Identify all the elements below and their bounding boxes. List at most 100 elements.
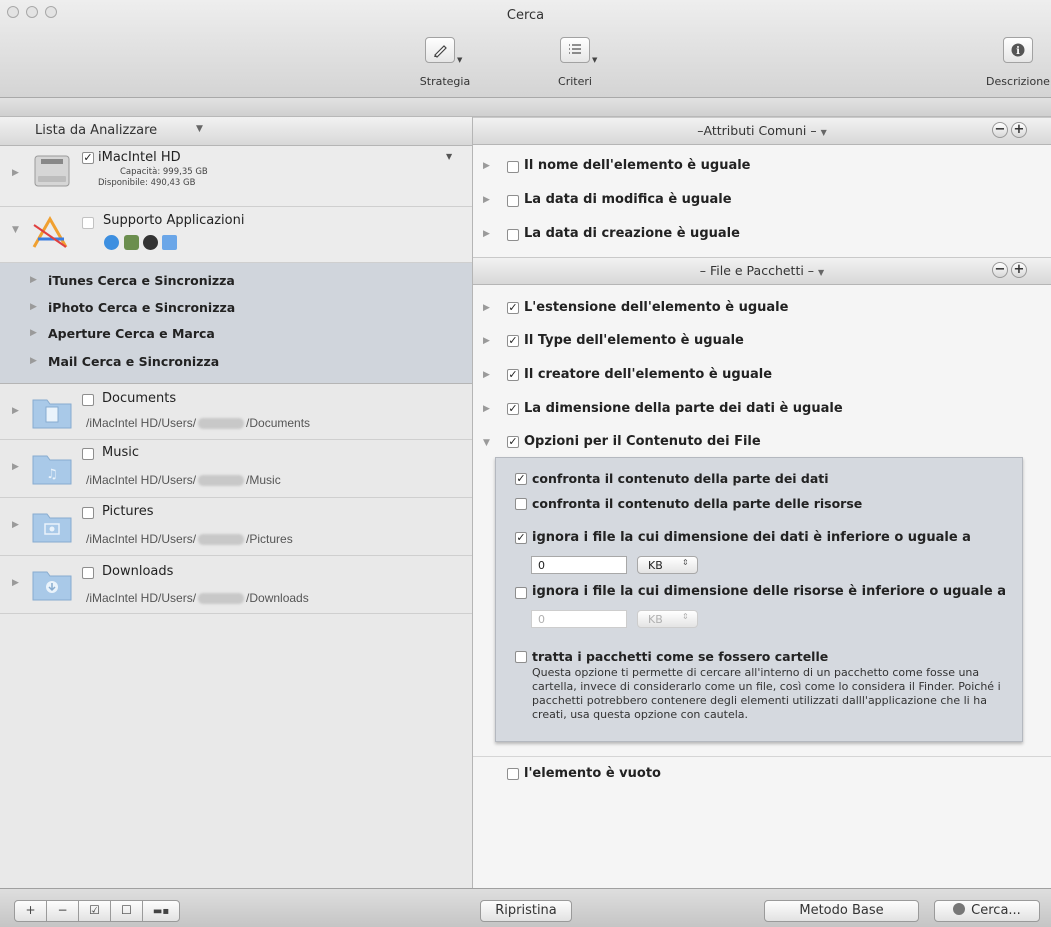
criterion-checkbox[interactable]: ✓ <box>507 335 519 347</box>
group-title: –Attributi Comuni – ▼ <box>697 123 827 138</box>
disclosure-triangle-icon[interactable]: ▶ <box>12 168 19 178</box>
files-packages-header[interactable]: – File e Pacchetti – ▼ − + <box>473 257 1051 285</box>
app-support-row[interactable]: ▼ Supporto Applicazioni <box>0 207 472 263</box>
remove-group-button[interactable]: − <box>992 262 1008 278</box>
criterion-row[interactable]: ▶ ✓ La dimensione della parte dei dati è… <box>473 396 1051 424</box>
folder-path: /iMacIntel HD/Users//Music <box>86 473 281 487</box>
ignore-data-unit-select[interactable]: KB ⇕ <box>637 556 698 574</box>
folder-checkbox[interactable] <box>82 448 94 460</box>
disclosure-triangle-icon[interactable]: ▶ <box>483 303 490 313</box>
disclosure-triangle-icon[interactable]: ▶ <box>12 520 19 530</box>
documents-folder-icon <box>32 399 72 429</box>
app-item-aperture[interactable]: ▶ Aperture Cerca e Marca <box>0 322 472 346</box>
volume-checkbox[interactable]: ✓ <box>82 152 94 164</box>
search-button[interactable]: Cerca... <box>934 900 1040 922</box>
disclosure-triangle-icon[interactable]: ▶ <box>483 404 490 414</box>
disclosure-triangle-icon[interactable]: ▶ <box>30 328 37 338</box>
ignore-resources-unit-select[interactable]: KB ⇕ <box>637 610 698 628</box>
criterion-row[interactable]: ▶ Il nome dell'elemento è uguale <box>473 153 1051 181</box>
ignore-resources-checkbox[interactable] <box>515 587 527 599</box>
folder-row-downloads[interactable]: ▶ Downloads /iMacIntel HD/Users//Downloa… <box>0 556 472 614</box>
folder-options-button[interactable]: ▬▪ <box>142 900 180 922</box>
compare-data-label: confronta il contenuto della parte dei d… <box>532 471 829 486</box>
disclosure-triangle-icon[interactable]: ▶ <box>30 302 37 312</box>
disclosure-triangle-icon[interactable]: ▶ <box>483 195 490 205</box>
empty-item-checkbox[interactable] <box>507 768 519 780</box>
folder-checkbox[interactable] <box>82 567 94 579</box>
ignore-data-label: ignora i file la cui dimensione dei dati… <box>532 530 971 545</box>
scan-list-pane: Lista da Analizzare ▼ ▶ ✓ iMacIntel HD C… <box>0 117 473 888</box>
app-item-mail[interactable]: ▶ Mail Cerca e Sincronizza <box>0 350 472 374</box>
disclosure-triangle-icon[interactable]: ▶ <box>483 336 490 346</box>
app-item-iphoto[interactable]: ▶ iPhoto Cerca e Sincronizza <box>0 296 472 320</box>
disclosure-triangle-icon[interactable]: ▶ <box>483 229 490 239</box>
folder-row-pictures[interactable]: ▶ Pictures /iMacIntel HD/Users//Pictures <box>0 498 472 556</box>
ignore-data-checkbox[interactable]: ✓ <box>515 532 527 544</box>
criterion-row[interactable]: ▶ ✓ Il creatore dell'elemento è uguale <box>473 362 1051 390</box>
chevron-down-icon[interactable]: ▼ <box>818 268 824 277</box>
criterion-checkbox[interactable] <box>507 229 519 241</box>
criterion-row[interactable]: ▶ La data di creazione è uguale <box>473 221 1051 249</box>
svg-text:♫: ♫ <box>46 467 58 482</box>
criterion-checkbox[interactable]: ✓ <box>507 302 519 314</box>
common-attributes-header[interactable]: –Attributi Comuni – ▼ − + <box>473 117 1051 145</box>
check-all-button[interactable]: ☑ <box>78 900 111 922</box>
folder-checkbox[interactable] <box>82 394 94 406</box>
packages-as-folders-checkbox[interactable] <box>515 651 527 663</box>
criterion-checkbox[interactable]: ✓ <box>507 403 519 415</box>
disclosure-triangle-icon[interactable]: ▶ <box>30 356 37 366</box>
criterion-checkbox[interactable] <box>507 195 519 207</box>
criterion-checkbox[interactable]: ✓ <box>507 436 519 448</box>
reset-button[interactable]: Ripristina <box>480 900 572 922</box>
empty-item-row[interactable]: l'elemento è vuoto <box>473 761 1051 789</box>
chevron-down-icon[interactable]: ▼ <box>196 124 203 134</box>
scan-list-title: Lista da Analizzare <box>35 123 158 138</box>
disclosure-triangle-icon[interactable]: ▶ <box>12 406 19 416</box>
disclosure-triangle-icon[interactable]: ▶ <box>483 370 490 380</box>
disclosure-triangle-icon[interactable]: ▶ <box>12 578 19 588</box>
compare-data-checkbox[interactable]: ✓ <box>515 473 527 485</box>
remove-item-button[interactable]: − <box>46 900 79 922</box>
folder-path: /iMacIntel HD/Users//Pictures <box>86 532 293 546</box>
scan-list-header[interactable]: Lista da Analizzare ▼ <box>0 117 472 146</box>
criterion-label: Il creatore dell'elemento è uguale <box>524 367 773 382</box>
disclosure-triangle-icon[interactable]: ▶ <box>483 161 490 171</box>
folder-row-music[interactable]: ▶ ♫ Music /iMacIntel HD/Users//Music <box>0 440 472 498</box>
ignore-data-size-input[interactable]: 0 <box>531 556 627 574</box>
folder-checkbox[interactable] <box>82 507 94 519</box>
disclosure-triangle-expanded-icon[interactable]: ▼ <box>483 438 490 448</box>
criterion-checkbox[interactable]: ✓ <box>507 369 519 381</box>
stepper-arrows-icon: ⇕ <box>682 558 689 567</box>
volume-menu-icon[interactable]: ▼ <box>446 152 452 161</box>
app-item-itunes[interactable]: ▶ iTunes Cerca e Sincronizza <box>0 269 472 293</box>
divider <box>473 756 1051 757</box>
criterion-row[interactable]: ▶ La data di modifica è uguale <box>473 187 1051 215</box>
basic-method-button[interactable]: Metodo Base <box>764 900 919 922</box>
criterion-row-expanded[interactable]: ▼ ✓ Opzioni per il Contenuto dei File <box>473 429 1051 457</box>
disclosure-triangle-icon[interactable]: ▶ <box>12 462 19 472</box>
stepper-arrows-icon: ⇕ <box>682 612 689 621</box>
criterion-label: La dimensione della parte dei dati è ugu… <box>524 401 843 416</box>
criterion-row[interactable]: ▶ ✓ Il Type dell'elemento è uguale <box>473 328 1051 356</box>
criterion-checkbox[interactable] <box>507 161 519 173</box>
folder-row-documents[interactable]: ▶ Documents /iMacIntel HD/Users//Documen… <box>0 384 472 440</box>
strategy-button[interactable] <box>425 37 455 63</box>
uncheck-all-button[interactable]: ☐ <box>110 900 143 922</box>
remove-group-button[interactable]: − <box>992 122 1008 138</box>
ignore-resources-size-input[interactable]: 0 <box>531 610 627 628</box>
add-group-button[interactable]: + <box>1011 262 1027 278</box>
volume-row[interactable]: ▶ ✓ iMacIntel HD Capacità: 999,35 GB Dis… <box>0 146 472 207</box>
add-item-button[interactable]: + <box>14 900 47 922</box>
criterion-row[interactable]: ▶ ✓ L'estensione dell'elemento è uguale <box>473 295 1051 323</box>
disclosure-triangle-icon[interactable]: ▶ <box>30 275 37 285</box>
search-icon <box>953 903 966 915</box>
criterion-label: Opzioni per il Contenuto dei File <box>524 434 761 449</box>
add-group-button[interactable]: + <box>1011 122 1027 138</box>
disclosure-triangle-expanded-icon[interactable]: ▼ <box>12 225 19 235</box>
chevron-down-icon[interactable]: ▼ <box>821 128 827 137</box>
criteria-button[interactable] <box>560 37 590 63</box>
app-support-checkbox[interactable] <box>82 217 94 229</box>
compare-resources-checkbox[interactable] <box>515 498 527 510</box>
description-button[interactable]: i <box>1003 37 1033 63</box>
file-content-options-panel: ✓ confronta il contenuto della parte dei… <box>495 457 1023 742</box>
